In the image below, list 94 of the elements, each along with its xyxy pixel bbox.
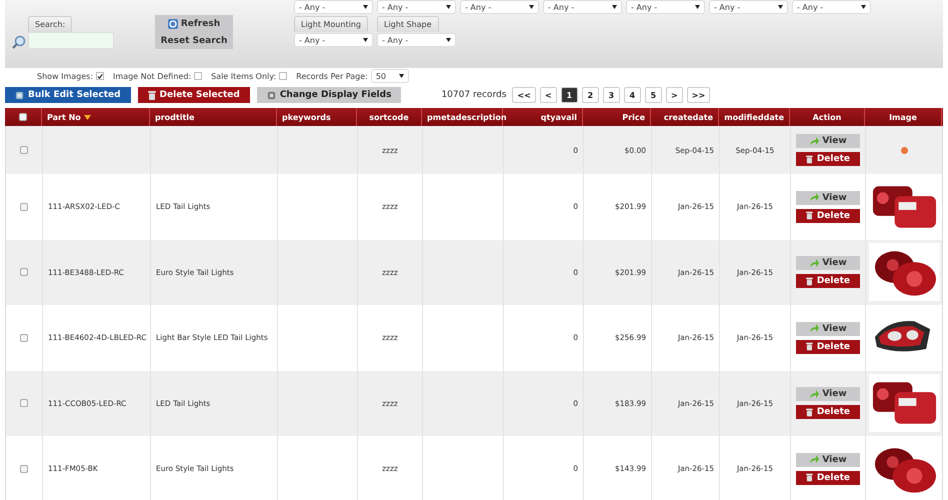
status-dot-icon xyxy=(901,146,908,154)
page-button[interactable]: > xyxy=(666,87,683,103)
reset-search-button[interactable]: Reset Search xyxy=(155,32,233,49)
column-header[interactable]: pmetadescription xyxy=(427,112,507,122)
option-checkbox[interactable] xyxy=(279,72,288,80)
search-label: Search: xyxy=(28,16,72,32)
option-checkbox[interactable] xyxy=(194,72,202,80)
caret-icon xyxy=(529,5,534,9)
grid-icon xyxy=(266,90,276,100)
caret-icon xyxy=(695,5,700,9)
row-checkbox[interactable] xyxy=(20,399,28,408)
caret-icon xyxy=(446,38,451,42)
delete-button[interactable]: Delete xyxy=(796,340,860,354)
row-checkbox[interactable] xyxy=(20,202,28,211)
caret-icon xyxy=(446,5,451,9)
arrow-icon xyxy=(809,258,820,268)
trash-icon xyxy=(806,473,813,482)
records-per-page-dropdown[interactable]: 50 xyxy=(370,69,409,83)
option-label: Sale Items Only: xyxy=(211,72,276,80)
delete-button[interactable]: Delete xyxy=(796,274,860,288)
filter-dropdown[interactable]: - Any - xyxy=(792,0,871,14)
page-button[interactable]: << xyxy=(512,87,536,103)
row-checkbox[interactable] xyxy=(20,334,28,342)
caret-icon xyxy=(861,5,866,9)
view-button[interactable]: View xyxy=(796,134,860,148)
record-count: 10707 records xyxy=(441,90,506,100)
row-checkbox[interactable] xyxy=(20,146,28,154)
column-header[interactable]: createdate xyxy=(664,112,713,122)
filter-label: Light Shape xyxy=(377,16,439,32)
arrow-icon xyxy=(809,390,820,399)
filter-dropdown[interactable]: - Any - xyxy=(377,0,456,14)
delete-button[interactable]: Delete xyxy=(796,152,860,166)
view-button[interactable]: View xyxy=(796,322,860,336)
change-display-fields-button[interactable]: Change Display Fields xyxy=(256,87,402,103)
page-button[interactable]: 3 xyxy=(602,87,620,103)
page-button[interactable]: 4 xyxy=(624,87,641,103)
page-button[interactable]: 5 xyxy=(644,87,662,103)
caret-icon xyxy=(612,5,617,9)
row-checkbox[interactable] xyxy=(20,464,28,473)
column-header[interactable]: Action xyxy=(812,112,842,122)
delete-button[interactable]: Delete xyxy=(796,208,860,223)
page-button[interactable]: < xyxy=(540,87,557,103)
filter-dropdown[interactable]: - Any - xyxy=(543,0,622,14)
page-button[interactable]: 1 xyxy=(560,87,578,103)
caret-icon xyxy=(363,38,368,42)
option-checkbox[interactable] xyxy=(96,72,104,80)
records-per-page-label: Records Per Page: xyxy=(296,72,368,80)
delete-button[interactable]: Delete xyxy=(796,470,860,485)
column-header[interactable]: Image xyxy=(889,112,917,122)
trash-icon xyxy=(806,408,813,417)
option-label: Show Images: xyxy=(37,72,94,80)
filter-label: Light Mounting xyxy=(294,16,368,32)
filter-dropdown[interactable]: - Any - xyxy=(709,0,788,14)
column-header[interactable]: prodtitle xyxy=(155,112,194,122)
column-header[interactable]: sortcode xyxy=(369,112,409,122)
page-button[interactable]: 2 xyxy=(582,87,599,103)
delete-button[interactable]: Delete xyxy=(796,405,860,420)
search-icon xyxy=(12,35,26,49)
trash-icon xyxy=(806,154,813,164)
refresh-icon xyxy=(168,18,178,28)
trash-icon xyxy=(806,211,813,220)
view-button[interactable]: View xyxy=(796,190,860,205)
filter-dropdown[interactable]: - Any - xyxy=(294,0,373,14)
refresh-button[interactable]: Refresh xyxy=(155,15,233,32)
view-button[interactable]: View xyxy=(796,256,860,270)
trash-icon xyxy=(148,90,156,100)
view-button[interactable]: View xyxy=(796,387,860,402)
option-label: Image Not Defined: xyxy=(113,72,192,80)
bulk-edit-button[interactable]: Bulk Edit Selected xyxy=(5,87,131,103)
column-header[interactable]: pkeywords xyxy=(282,112,331,122)
caret-icon xyxy=(363,5,368,9)
filter-dropdown[interactable]: - Any - xyxy=(294,33,373,47)
column-header[interactable]: modifieddate xyxy=(724,112,784,122)
arrow-icon xyxy=(809,193,820,202)
caret-icon xyxy=(778,5,783,9)
filter-dropdown[interactable]: - Any - xyxy=(626,0,705,14)
row-checkbox[interactable] xyxy=(20,268,28,276)
caret-icon xyxy=(398,74,404,78)
filter-dropdown[interactable]: - Any - xyxy=(377,33,456,47)
trash-icon xyxy=(806,342,813,352)
column-header[interactable]: qtyavail xyxy=(540,112,577,122)
arrow-icon xyxy=(809,324,820,334)
view-button[interactable]: View xyxy=(796,452,860,467)
edit-icon xyxy=(15,90,24,100)
column-header[interactable]: Part No xyxy=(47,112,81,122)
column-header[interactable]: Price xyxy=(622,112,645,122)
page-button[interactable]: >> xyxy=(686,87,710,103)
arrow-icon xyxy=(809,455,820,464)
filter-dropdown[interactable]: - Any - xyxy=(460,0,539,14)
select-all-checkbox[interactable] xyxy=(19,113,27,121)
arrow-icon xyxy=(809,136,820,146)
trash-icon xyxy=(806,276,813,286)
search-field[interactable] xyxy=(28,32,114,49)
delete-selected-button[interactable]: Delete Selected xyxy=(138,87,250,103)
